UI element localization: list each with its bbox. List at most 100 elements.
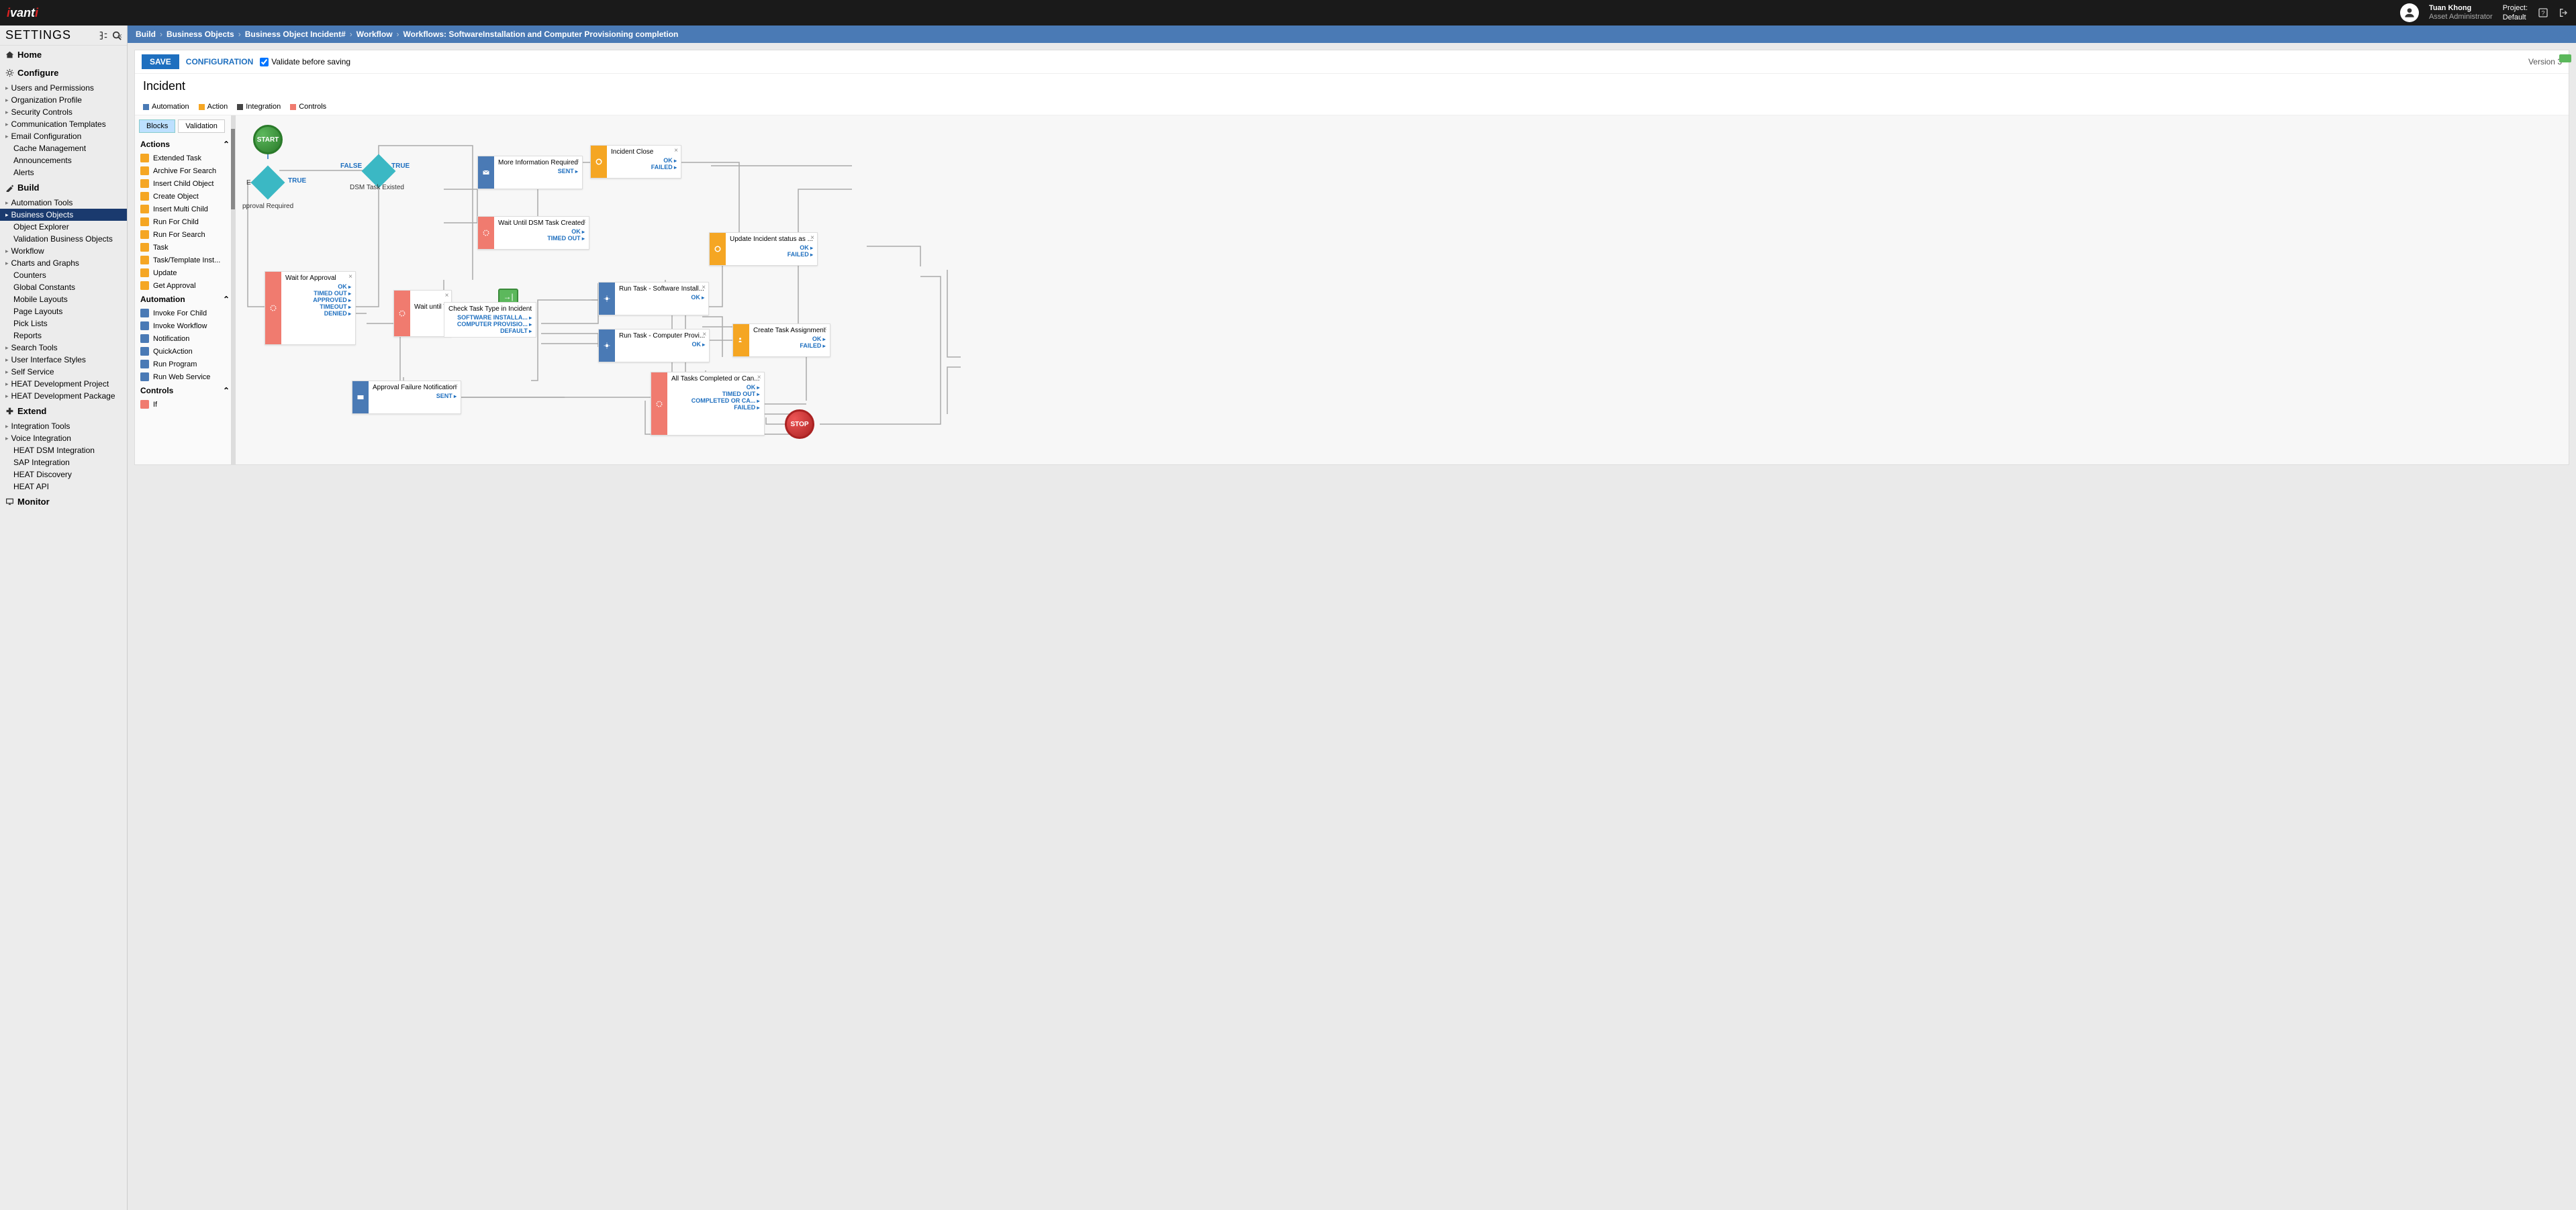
save-button[interactable]: SAVE [142,54,179,69]
build-item-7[interactable]: Global Constants [0,281,127,293]
build-item-5[interactable]: Charts and Graphs [0,257,127,269]
validate-checkbox[interactable]: Validate before saving [260,57,350,66]
close-icon[interactable]: × [757,374,761,381]
palette-group-controls[interactable]: Controls⌃ [135,383,235,398]
close-icon[interactable]: × [445,292,449,299]
block-run-cp[interactable]: × Run Task - Computer Provi... OK [598,329,710,362]
pal-action-4[interactable]: Insert Multi Child [135,203,235,215]
cfg-item-6[interactable]: Announcements [0,154,127,166]
bc-build[interactable]: Build [136,30,156,39]
close-icon[interactable]: × [582,218,586,225]
block-wait-dsm[interactable]: × Wait Until DSM Task Created OKTIMED OU… [477,216,589,250]
close-icon[interactable]: × [575,158,579,165]
close-icon[interactable]: × [348,273,352,281]
bc-bo[interactable]: Business Objects [166,30,234,39]
nav-build[interactable]: Build [0,179,127,197]
build-item-4[interactable]: Workflow [0,245,127,257]
pal-action-7[interactable]: Task [135,241,235,254]
cfg-item-3[interactable]: Communication Templates [0,118,127,130]
ext-item-1[interactable]: Voice Integration [0,432,127,444]
build-item-10[interactable]: Pick Lists [0,317,127,330]
diamond-approval[interactable] [251,166,285,200]
close-icon[interactable]: × [454,383,458,390]
project-selector[interactable]: Project: Default [2503,3,2528,23]
bc-workflow[interactable]: Workflow [356,30,393,39]
cfg-item-7[interactable]: Alerts [0,166,127,179]
block-update-status[interactable]: × Update Incident status as ... OKFAILED [709,232,818,266]
workflow-canvas[interactable]: START pproval Required E TRUE DSM Task E… [236,115,2569,464]
pal-action-9[interactable]: Update [135,266,235,279]
pal-action-2[interactable]: Insert Child Object [135,177,235,190]
build-item-9[interactable]: Page Layouts [0,305,127,317]
close-icon[interactable]: × [702,284,706,291]
ext-item-5[interactable]: HEAT API [0,481,127,493]
cfg-item-0[interactable]: Users and Permissions [0,82,127,94]
bc-incident[interactable]: Business Object Incident# [245,30,346,39]
pal-ctrl-0[interactable]: If [135,398,235,411]
cfg-item-2[interactable]: Security Controls [0,106,127,118]
close-icon[interactable]: × [702,331,706,338]
block-approval-fail[interactable]: × Approval Failure Notification SENT [352,381,461,414]
ext-item-3[interactable]: SAP Integration [0,456,127,468]
diamond-dsm[interactable] [362,154,396,189]
block-all-tasks[interactable]: × All Tasks Completed or Can... OK TIMED… [651,372,765,436]
pal-auto-5[interactable]: Run Web Service [135,370,235,383]
cfg-item-1[interactable]: Organization Profile [0,94,127,106]
close-icon[interactable]: × [674,147,678,154]
pal-auto-4[interactable]: Run Program [135,358,235,370]
palette-group-actions[interactable]: Actions⌃ [135,137,235,152]
block-create-assign[interactable]: × Create Task Assignment OKFAILED [732,323,830,357]
pal-auto-3[interactable]: QuickAction [135,345,235,358]
cfg-item-4[interactable]: Email Configuration [0,130,127,142]
pal-action-0[interactable]: Extended Task [135,152,235,164]
nav-home[interactable]: Home [0,46,127,64]
palette-scrollbar[interactable] [231,115,235,464]
build-item-6[interactable]: Counters [0,269,127,281]
pal-auto-0[interactable]: Invoke For Child [135,307,235,319]
block-check-task[interactable]: Check Task Type in Incident SOFTWARE INS… [444,302,536,338]
pal-action-8[interactable]: Task/Template Inst... [135,254,235,266]
palette-group-automation[interactable]: Automation⌃ [135,292,235,307]
build-item-0[interactable]: Automation Tools [0,197,127,209]
pal-action-6[interactable]: Run For Search [135,228,235,241]
cfg-item-5[interactable]: Cache Management [0,142,127,154]
block-more-info[interactable]: × More Information Required SENT [477,156,583,189]
stop-node[interactable]: STOP [785,409,814,439]
block-wait-approval[interactable]: × Wait for Approval OK TIMED OUT APPROVE… [265,271,356,345]
block-run-sw[interactable]: × Run Task - Software Install... OK [598,282,709,315]
ext-item-2[interactable]: HEAT DSM Integration [0,444,127,456]
user-info[interactable]: Tuan Khong Asset Administrator [2429,4,2493,21]
close-icon[interactable]: × [810,234,814,242]
pal-auto-2[interactable]: Notification [135,332,235,345]
build-item-1[interactable]: Business Objects [0,209,127,221]
pal-action-5[interactable]: Run For Child [135,215,235,228]
pal-action-3[interactable]: Create Object [135,190,235,203]
build-item-3[interactable]: Validation Business Objects [0,233,127,245]
pal-action-10[interactable]: Get Approval [135,279,235,292]
build-item-8[interactable]: Mobile Layouts [0,293,127,305]
build-item-15[interactable]: HEAT Development Project [0,378,127,390]
configuration-link[interactable]: CONFIGURATION [186,57,253,66]
help-icon[interactable]: ? [2538,7,2548,18]
logout-icon[interactable] [2559,7,2569,18]
build-item-2[interactable]: Object Explorer [0,221,127,233]
ext-item-4[interactable]: HEAT Discovery [0,468,127,481]
collapse-sidebar-icon[interactable]: « [117,31,122,40]
block-incident-close[interactable]: × Incident Close OKFAILED [590,145,681,179]
close-icon[interactable]: × [823,325,827,333]
build-item-14[interactable]: Self Service [0,366,127,378]
pal-auto-1[interactable]: Invoke Workflow [135,319,235,332]
ext-item-0[interactable]: Integration Tools [0,420,127,432]
avatar[interactable] [2400,3,2419,22]
nav-monitor[interactable]: Monitor [0,493,127,511]
nav-configure[interactable]: Configure [0,64,127,82]
build-item-13[interactable]: User Interface Styles [0,354,127,366]
tab-validation[interactable]: Validation [178,119,225,133]
build-item-16[interactable]: HEAT Development Package [0,390,127,402]
nav-extend[interactable]: Extend [0,402,127,420]
start-node[interactable]: START [253,125,283,154]
build-item-11[interactable]: Reports [0,330,127,342]
tree-icon[interactable] [99,31,108,40]
tab-blocks[interactable]: Blocks [139,119,175,133]
pal-action-1[interactable]: Archive For Search [135,164,235,177]
